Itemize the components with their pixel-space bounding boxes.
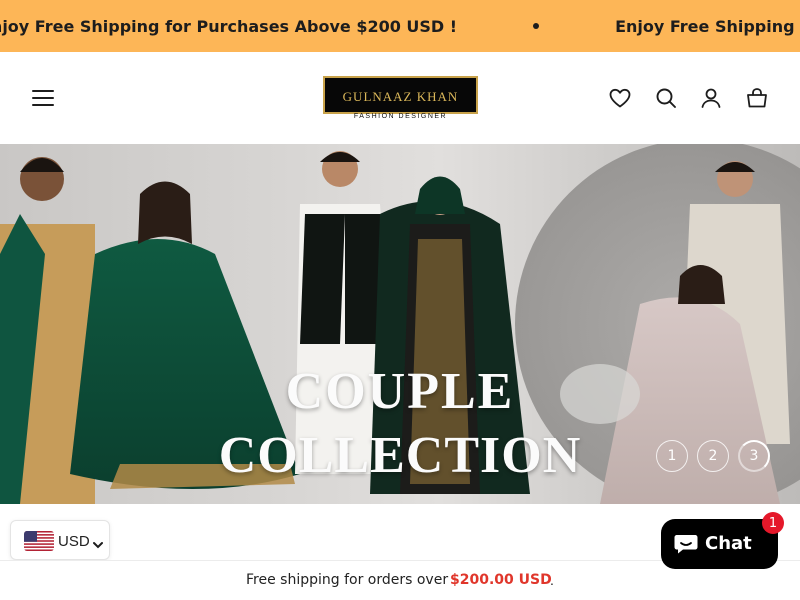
announcement-bar: Enjoy Free Shipping for Purchases Above …	[0, 0, 800, 52]
slide-dot-1[interactable]: 1	[656, 440, 688, 472]
site-header: GULNAAZ KHAN FASHION DESIGNER	[0, 52, 800, 144]
site-logo[interactable]: GULNAAZ KHAN FASHION DESIGNER	[323, 76, 478, 122]
search-icon[interactable]	[654, 86, 678, 110]
heart-icon[interactable]	[608, 86, 632, 110]
chat-label: Chat	[705, 533, 752, 554]
announcement-separator-dot	[533, 23, 540, 29]
hero-title-line-2: COLLECTION	[218, 427, 582, 484]
shipping-threshold-text: Free shipping for orders over	[246, 572, 449, 588]
currency-selector[interactable]: USD	[10, 520, 110, 560]
logo-subtitle: FASHION DESIGNER	[353, 113, 448, 120]
slide-dot-2[interactable]: 2	[697, 440, 729, 472]
hero-title: COUPLE COLLECTION	[200, 366, 600, 482]
hero-title-line-1: COUPLE	[285, 363, 515, 420]
logo-box: GULNAAZ KHAN	[323, 76, 478, 114]
us-flag-icon	[24, 531, 54, 551]
announcement-message: Enjoy Free Shipping for Purchases Above …	[0, 16, 458, 36]
announcement-track: Enjoy Free Shipping for Purchases Above …	[0, 0, 800, 52]
slide-dot-3[interactable]: 3	[738, 440, 770, 472]
menu-icon[interactable]	[32, 89, 54, 107]
hero-slideshow[interactable]: COUPLE COLLECTION 1 2 3	[0, 144, 800, 504]
account-icon[interactable]	[699, 86, 723, 110]
logo-title: GULNAAZ KHAN	[342, 89, 459, 104]
shipping-threshold-amount: $200.00 USD	[450, 572, 552, 588]
chat-button[interactable]: Chat	[661, 519, 778, 569]
chat-unread-badge: 1	[762, 512, 784, 534]
slideshow-pagination: 1 2 3	[656, 440, 770, 472]
chat-bubble-icon	[673, 532, 699, 561]
currency-label: USD	[58, 533, 90, 550]
chevron-down-icon	[93, 536, 103, 554]
announcement-message: Enjoy Free Shipping for Purchases Above …	[615, 16, 800, 36]
shipping-threshold-suffix: .	[550, 572, 554, 588]
cart-icon[interactable]	[745, 86, 769, 110]
